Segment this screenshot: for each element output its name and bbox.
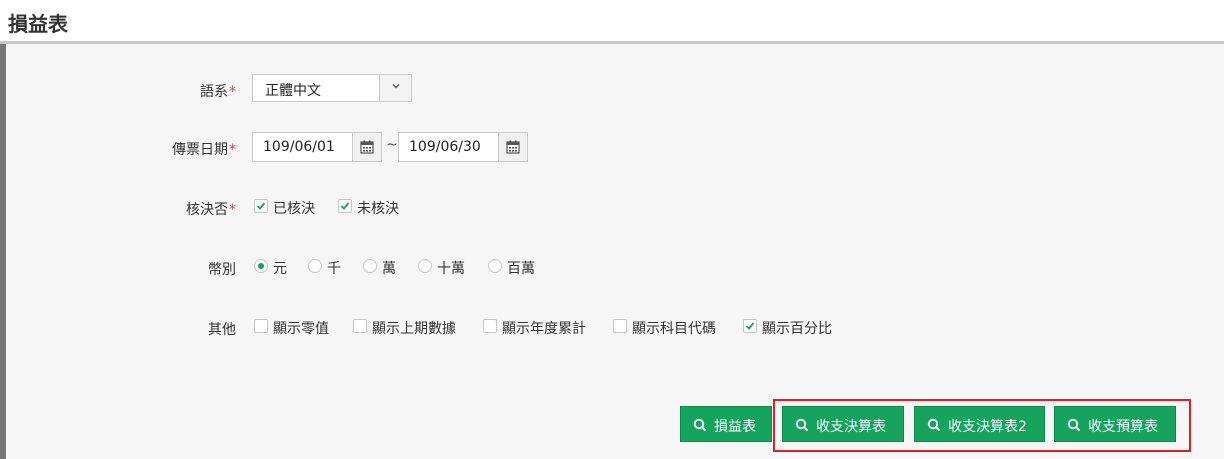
show-account-code-checkbox[interactable] <box>613 319 627 333</box>
show-zero-label: 顯示零值 <box>273 321 329 337</box>
check-icon <box>256 202 266 210</box>
date-to-calendar-button[interactable] <box>498 133 527 161</box>
date-from-field[interactable]: 109/06/01 <box>252 132 382 162</box>
radio-hundred-thousand[interactable] <box>418 259 432 273</box>
required-mark: * <box>229 142 236 158</box>
revenue-expenditure-budget-button-label: 收支預算表 <box>1088 419 1158 435</box>
currency-unit-label: 幣別 <box>208 262 236 278</box>
check-icon <box>340 202 350 210</box>
calendar-icon <box>506 140 520 154</box>
radio-yuan-label: 元 <box>273 261 287 277</box>
revenue-expenditure-final-button-label: 收支決算表 <box>816 419 886 435</box>
show-zero-checkbox[interactable] <box>254 319 268 333</box>
currency-unit-row: 幣別 元 千 萬 十萬 百萬 <box>6 252 1224 284</box>
search-icon <box>927 418 941 432</box>
income-statement-button-label: 損益表 <box>714 419 756 435</box>
required-mark: * <box>229 84 236 100</box>
show-account-code-label: 顯示科目代碼 <box>632 321 716 337</box>
other-options-label: 其他 <box>208 322 236 338</box>
approved-checkbox[interactable] <box>254 199 268 213</box>
date-to-value: 109/06/30 <box>409 139 481 155</box>
language-row: 語系* 正體中文 <box>6 74 1224 106</box>
revenue-expenditure-final-2-button[interactable]: 收支決算表2 <box>914 406 1045 442</box>
approved-label: 已核決 <box>273 201 315 217</box>
radio-ten-thousand-label: 萬 <box>382 261 396 277</box>
radio-yuan[interactable] <box>254 259 268 273</box>
date-range-separator: ~ <box>386 137 398 153</box>
search-icon <box>1067 418 1081 432</box>
radio-ten-thousand[interactable] <box>363 259 377 273</box>
radio-million-label: 百萬 <box>507 261 535 277</box>
show-previous-period-label: 顯示上期數據 <box>372 321 456 337</box>
approval-label: 核決否* <box>186 202 236 218</box>
title-bar: 損益表 <box>0 0 1224 44</box>
show-percentage-checkbox[interactable] <box>743 319 757 333</box>
page-title: 損益表 <box>8 12 68 36</box>
calendar-icon <box>360 140 374 154</box>
radio-million[interactable] <box>488 259 502 273</box>
language-label: 語系* <box>200 84 236 100</box>
approval-row: 核決否* 已核決 未核決 <box>6 192 1224 224</box>
language-select-value: 正體中文 <box>265 83 321 99</box>
search-icon <box>795 418 809 432</box>
language-select[interactable]: 正體中文 <box>252 74 412 102</box>
date-from-value: 109/06/01 <box>263 139 335 155</box>
show-percentage-label: 顯示百分比 <box>762 321 832 337</box>
language-dropdown-button[interactable] <box>379 75 411 101</box>
radio-thousand[interactable] <box>308 259 322 273</box>
search-icon <box>693 418 707 432</box>
radio-thousand-label: 千 <box>327 261 341 277</box>
other-options-row: 其他 顯示零值 顯示上期數據 顯示年度累計 顯示科目代碼 顯示百分比 <box>6 312 1224 344</box>
revenue-expenditure-budget-button[interactable]: 收支預算表 <box>1054 406 1176 442</box>
date-to-field[interactable]: 109/06/30 <box>398 132 528 162</box>
revenue-expenditure-final-button[interactable]: 收支決算表 <box>782 406 904 442</box>
voucher-date-label: 傳票日期* <box>172 142 236 158</box>
required-mark: * <box>229 202 236 218</box>
report-form-panel: 語系* 正體中文 傳票日期* 109/06/01 ~ 109/06/30 核決否… <box>6 44 1224 459</box>
show-previous-period-checkbox[interactable] <box>353 319 367 333</box>
unapproved-checkbox[interactable] <box>338 199 352 213</box>
radio-hundred-thousand-label: 十萬 <box>437 261 465 277</box>
income-statement-button[interactable]: 損益表 <box>680 406 772 442</box>
radio-selected-dot <box>258 263 264 269</box>
show-ytd-checkbox[interactable] <box>483 319 497 333</box>
revenue-expenditure-final-2-button-label: 收支決算表2 <box>948 419 1027 435</box>
date-from-calendar-button[interactable] <box>352 133 381 161</box>
chevron-down-icon <box>392 84 400 89</box>
check-icon <box>745 322 755 330</box>
voucher-date-row: 傳票日期* 109/06/01 ~ 109/06/30 <box>6 132 1224 164</box>
show-ytd-label: 顯示年度累計 <box>502 321 586 337</box>
unapproved-label: 未核決 <box>357 201 399 217</box>
